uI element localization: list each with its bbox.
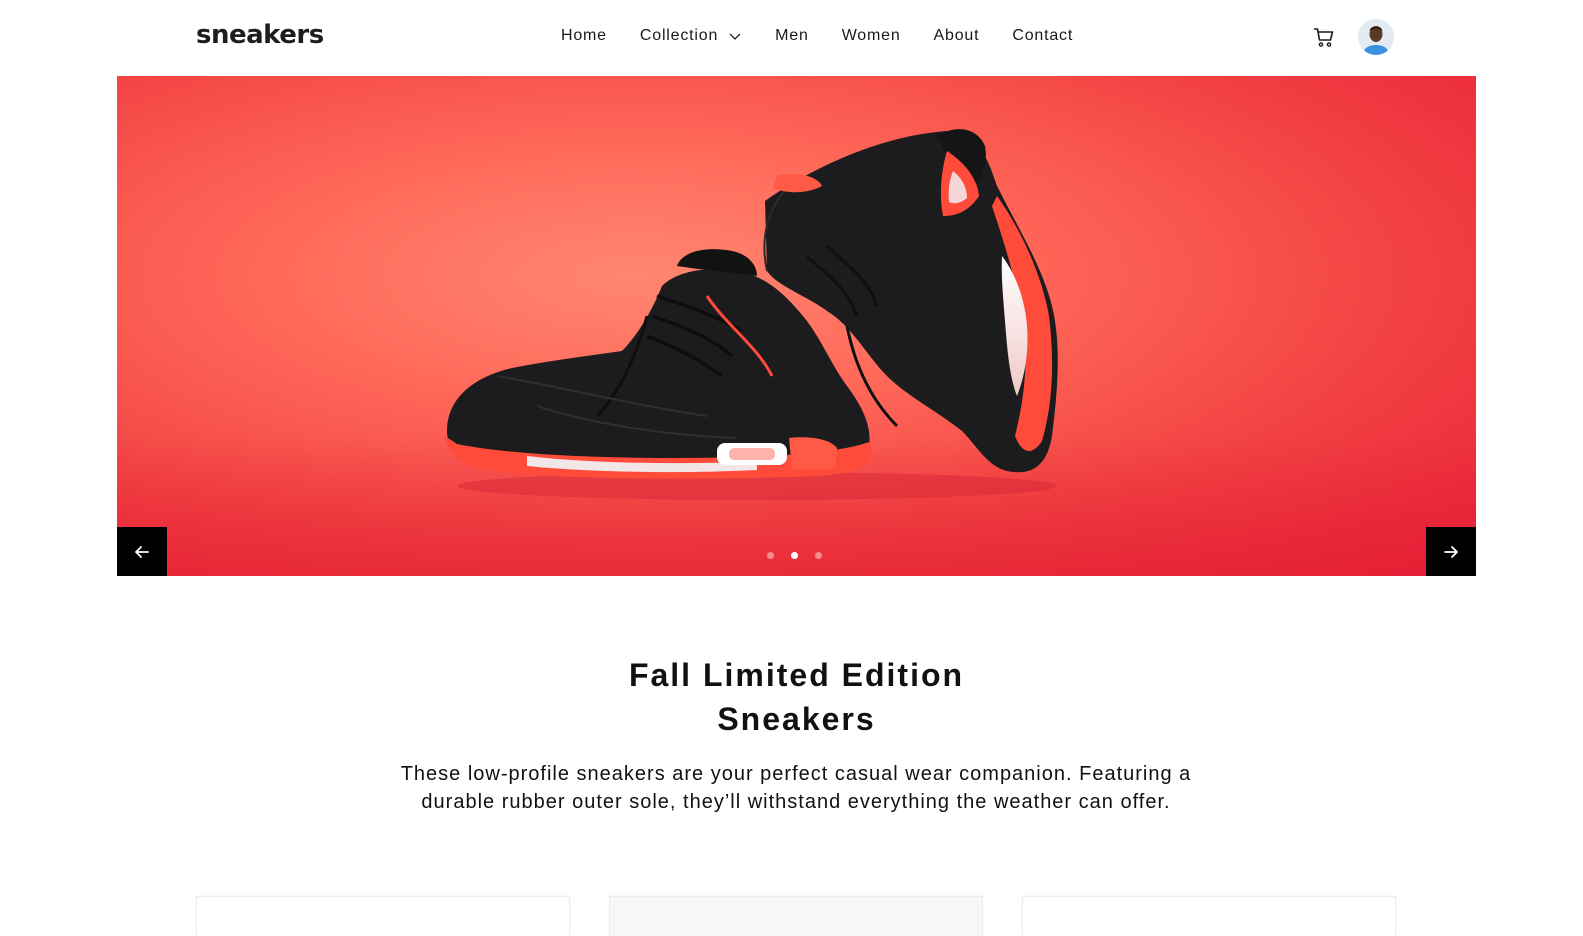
brand-logo[interactable]: sneakers bbox=[196, 20, 324, 50]
site-header: sneakers Home Collection Men Women About… bbox=[0, 0, 1583, 76]
section-title: Fall Limited Edition Sneakers bbox=[0, 653, 1583, 741]
main-nav: Home Collection Men Women About Contact bbox=[561, 27, 1106, 45]
nav-item-men[interactable]: Men bbox=[775, 27, 809, 45]
carousel-indicators bbox=[767, 552, 822, 559]
carousel-prev-button[interactable] bbox=[117, 527, 167, 576]
nav-item-collection[interactable]: Collection bbox=[640, 27, 742, 45]
avatar-image bbox=[1358, 19, 1394, 55]
nav-item-label: Collection bbox=[639, 27, 719, 44]
product-card[interactable] bbox=[1022, 896, 1396, 936]
nav-item-label: Home bbox=[561, 27, 607, 44]
nav-item-home[interactable]: Home bbox=[561, 27, 607, 45]
nav-item-contact[interactable]: Contact bbox=[1012, 27, 1073, 45]
cart-icon[interactable] bbox=[1313, 26, 1335, 48]
sneakers-hero-image bbox=[445, 129, 1058, 500]
arrow-right-icon bbox=[1444, 545, 1458, 558]
carousel-next-button[interactable] bbox=[1426, 527, 1476, 576]
nav-item-women[interactable]: Women bbox=[842, 27, 901, 45]
nav-item-about[interactable]: About bbox=[934, 27, 980, 45]
carousel-dot-1[interactable] bbox=[767, 552, 774, 559]
product-card[interactable] bbox=[196, 896, 570, 936]
arrow-left-icon bbox=[135, 545, 149, 558]
section-title-line-1: Fall Limited Edition bbox=[628, 657, 965, 693]
nav-item-label: Men bbox=[775, 27, 809, 44]
section-description: These low-profile sneakers are your perf… bbox=[400, 763, 1192, 813]
section-title-line-2: Sneakers bbox=[717, 701, 876, 737]
nav-item-label: Contact bbox=[1012, 27, 1074, 44]
carousel-dot-3[interactable] bbox=[815, 552, 822, 559]
user-avatar[interactable] bbox=[1358, 19, 1394, 55]
hero-carousel bbox=[117, 76, 1476, 576]
chevron-down-icon bbox=[729, 33, 741, 40]
nav-item-label: Women bbox=[841, 27, 901, 44]
product-card[interactable] bbox=[609, 896, 983, 936]
nav-item-label: About bbox=[933, 27, 980, 44]
carousel-dot-2[interactable] bbox=[791, 552, 798, 559]
